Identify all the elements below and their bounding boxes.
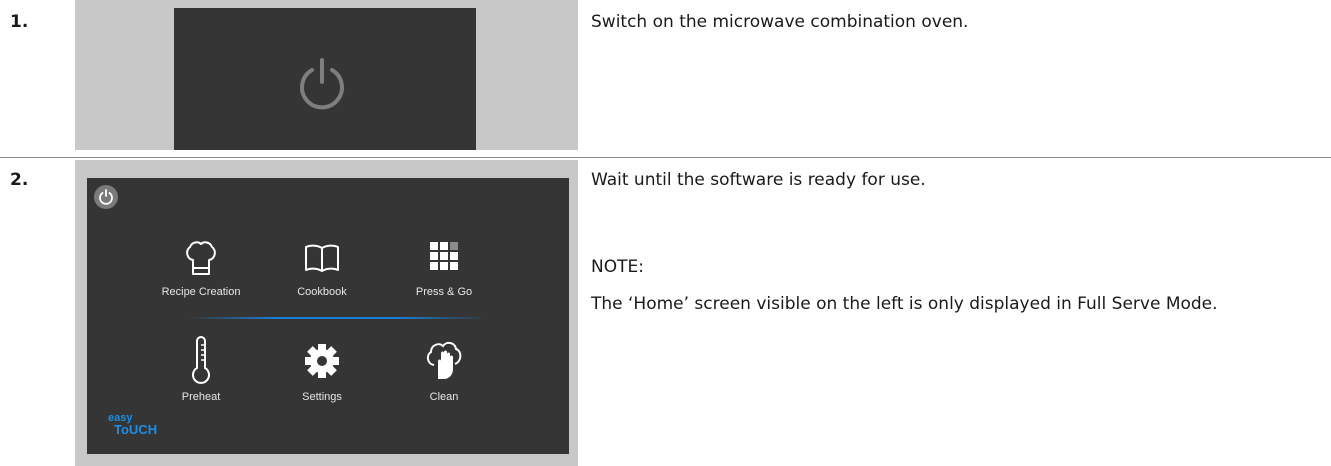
note-text: The ‘Home’ screen visible on the left is… <box>591 294 1218 314</box>
open-book-icon <box>305 244 339 272</box>
step-description: Wait until the software is ready for use… <box>591 170 926 190</box>
tile-cookbook[interactable]: Cookbook <box>262 236 382 298</box>
power-button[interactable] <box>94 185 118 209</box>
thermometer-icon <box>192 336 210 384</box>
tile-label: Recipe Creation <box>161 286 241 298</box>
home-screen: Recipe Creation Cookbook Press & Go Preh… <box>87 178 569 454</box>
note-label: NOTE: <box>591 257 644 277</box>
tile-clean[interactable]: Clean <box>384 335 504 403</box>
tile-recipe-creation[interactable]: Recipe Creation <box>141 236 261 298</box>
step-description: Switch on the microwave combination oven… <box>591 12 969 32</box>
tile-label: Settings <box>302 391 342 403</box>
clean-hand-icon <box>426 341 462 379</box>
step-number: 1. <box>10 12 29 32</box>
power-icon <box>99 189 113 205</box>
separator-line <box>187 317 487 319</box>
step-number: 2. <box>10 170 29 190</box>
grid-icon <box>430 242 458 270</box>
chef-hat-icon <box>186 241 216 275</box>
power-icon[interactable] <box>294 56 350 112</box>
tile-settings[interactable]: Settings <box>262 335 382 403</box>
tile-preheat[interactable]: Preheat <box>141 335 261 403</box>
tile-label: Clean <box>429 391 459 403</box>
gear-icon <box>305 344 339 378</box>
tile-label: Cookbook <box>297 286 347 298</box>
tile-press-and-go[interactable]: Press & Go <box>384 236 504 298</box>
tile-label: Preheat <box>181 391 221 403</box>
tile-label: Press & Go <box>415 286 473 298</box>
divider <box>0 157 1331 158</box>
easy-touch-logo: easy ToUCH <box>108 412 158 437</box>
